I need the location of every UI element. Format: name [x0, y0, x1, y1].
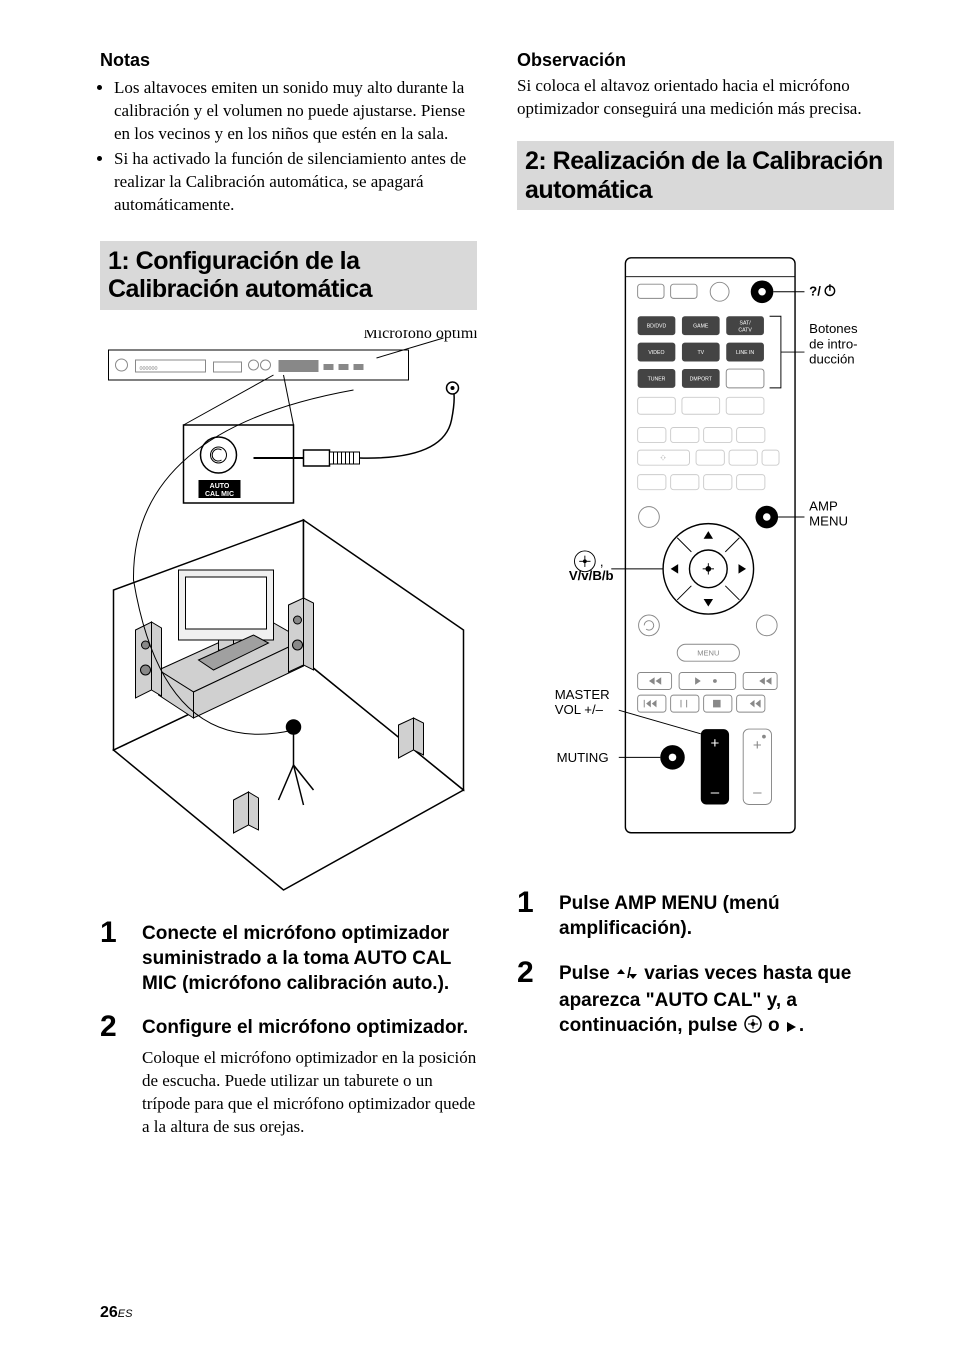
svg-text:–: – [753, 784, 762, 801]
svg-text:CAL MIC: CAL MIC [205, 491, 234, 498]
svg-text:V/v/B/b: V/v/B/b [569, 569, 614, 584]
svg-text:LINE IN: LINE IN [736, 350, 754, 356]
svg-text:AMP: AMP [809, 499, 838, 514]
step-description: Coloque el micrófono optimizador en la p… [142, 1047, 477, 1139]
svg-text:MUTING: MUTING [557, 750, 609, 765]
svg-text:DMPORT: DMPORT [690, 377, 713, 383]
observation-heading: Observación [517, 50, 894, 71]
svg-text:?/: ?/ [809, 284, 821, 299]
note-item: Los altavoces emiten un sonido muy alto … [114, 77, 477, 146]
step-number: 2 [517, 958, 541, 988]
step-number: 1 [517, 888, 541, 918]
left-step-1: 1 Conecte el micrófono optimizador sumin… [100, 918, 477, 1002]
step-title: Conecte el micrófono optimizador suminis… [142, 922, 477, 996]
step-title: Pulse AMP MENU (menú amplificación). [559, 892, 894, 941]
svg-text:+: + [753, 737, 762, 754]
svg-text:–: – [711, 784, 720, 801]
enter-circle-icon [743, 1014, 763, 1042]
step-title: Configure el micrófono optimizador. [142, 1016, 477, 1041]
svg-text:000000: 000000 [140, 366, 158, 372]
svg-text:Botones: Botones [809, 322, 858, 337]
fig-label-mic: Micrófono optimizador [364, 330, 478, 342]
svg-text:TUNER: TUNER [648, 377, 666, 383]
right-column: Observación Si coloca el altavoz orienta… [517, 50, 894, 1149]
svg-text:+: + [711, 735, 720, 752]
step-title: Pulse / varias veces hasta que aparezca … [559, 962, 894, 1042]
step-number: 1 [100, 918, 124, 948]
svg-text:SAT/: SAT/ [740, 321, 752, 327]
note-item: Si ha activado la función de silenciamie… [114, 148, 477, 217]
right-step-2: 2 Pulse / varias veces hasta que aparezc… [517, 958, 894, 1048]
notes-heading: Notas [100, 50, 477, 71]
svg-text:BD/DVD: BD/DVD [647, 324, 667, 330]
svg-text:MASTER: MASTER [555, 687, 610, 702]
section-2-heading: 2: Realización de la Calibración automát… [517, 141, 894, 211]
up-down-arrows-icon: / [615, 965, 639, 990]
svg-text:CATV: CATV [738, 328, 752, 334]
svg-text:TV: TV [697, 350, 704, 356]
figure-remote: ?/ BD/DVD GAME SAT/CATV VIDEO TV LINE IN… [517, 230, 894, 870]
svg-text:ducción: ducción [809, 352, 854, 367]
svg-text:,: , [600, 554, 604, 569]
figure-receiver-room: 000000 Micrófono optimizador [100, 330, 477, 900]
page-number: 26ES [100, 1304, 132, 1322]
svg-text:MENU: MENU [697, 649, 719, 658]
left-column: Notas Los altavoces emiten un sonido muy… [100, 50, 477, 1149]
right-step-1: 1 Pulse AMP MENU (menú amplificación). [517, 888, 894, 947]
svg-text:MENU: MENU [809, 514, 848, 529]
svg-text:AUTO: AUTO [210, 483, 230, 490]
svg-text:VIDEO: VIDEO [648, 350, 664, 356]
notes-list: Los altavoces emiten un sonido muy alto … [100, 77, 477, 217]
section-1-heading: 1: Configuración de la Calibración autom… [100, 241, 477, 311]
svg-text:GAME: GAME [693, 324, 709, 330]
svg-text:VOL +/–: VOL +/– [555, 702, 604, 717]
observation-text: Si coloca el altavoz orientado hacia el … [517, 75, 894, 121]
step-number: 2 [100, 1012, 124, 1042]
left-step-2: 2 Configure el micrófono optimizador. Co… [100, 1012, 477, 1138]
svg-text:de intro-: de intro- [809, 337, 857, 352]
right-arrow-icon [785, 1017, 799, 1042]
